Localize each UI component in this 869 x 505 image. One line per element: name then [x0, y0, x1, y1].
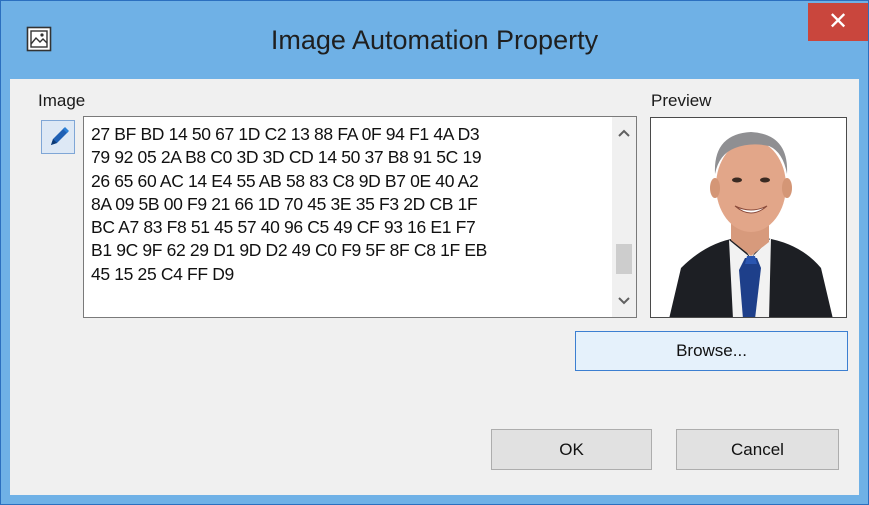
scroll-thumb[interactable]: [616, 244, 632, 274]
preview-label: Preview: [651, 91, 712, 110]
portrait-photo: [651, 118, 846, 317]
scroll-down-button[interactable]: [612, 287, 636, 317]
window-title: Image Automation Property: [270, 25, 599, 55]
image-hex-textbox[interactable]: 27 BF BD 14 50 67 1D C2 13 88 FA 0F 94 F…: [83, 116, 637, 318]
close-button[interactable]: ✕: [808, 3, 868, 41]
dialog-window: Image Automation Property ✕ Image 27 BF …: [0, 0, 869, 505]
cancel-button[interactable]: Cancel: [676, 429, 839, 470]
title-bar[interactable]: Image Automation Property ✕: [1, 1, 868, 79]
image-preview: [650, 117, 847, 318]
vertical-scrollbar[interactable]: [612, 117, 636, 317]
dialog-body: Image 27 BF BD 14 50 67 1D C2 13 88 FA 0…: [10, 79, 859, 495]
chevron-down-icon: [618, 297, 630, 305]
browse-button[interactable]: Browse...: [575, 331, 848, 371]
image-label: Image: [38, 91, 86, 110]
close-icon: ✕: [827, 8, 849, 35]
ok-button[interactable]: OK: [491, 429, 652, 470]
hex-data-text: 27 BF BD 14 50 67 1D C2 13 88 FA 0F 94 F…: [91, 124, 487, 284]
edit-image-button[interactable]: [41, 120, 75, 154]
chevron-up-icon: [618, 129, 630, 137]
scroll-up-button[interactable]: [612, 117, 636, 147]
